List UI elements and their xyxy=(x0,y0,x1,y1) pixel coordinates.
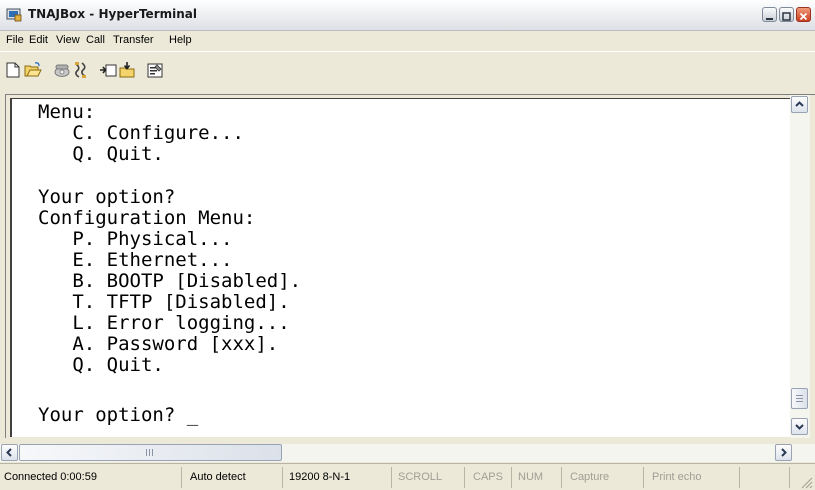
status-connected: Connected 0:00:59 xyxy=(0,467,182,488)
horizontal-scrollbar[interactable] xyxy=(0,444,815,462)
grip-icon xyxy=(146,449,153,456)
terminal-line: Q. Quit. xyxy=(38,143,164,165)
new-file-icon[interactable] xyxy=(4,61,22,79)
status-caps: CAPS xyxy=(465,467,512,488)
terminal-screen[interactable]: Menu: C. Configure... Q. Quit. Your opti… xyxy=(10,98,790,437)
window-title: TNAJBox - HyperTerminal xyxy=(28,7,197,21)
scroll-up-button[interactable] xyxy=(791,96,808,113)
vertical-scrollbar[interactable] xyxy=(790,95,810,438)
terminal-line: L. Error logging... xyxy=(38,312,290,334)
status-capture: Capture xyxy=(562,467,644,488)
terminal-line: A. Password [xxx]. xyxy=(38,333,279,355)
grip-icon xyxy=(796,395,803,402)
minimize-icon xyxy=(766,18,773,20)
resize-grip-icon[interactable] xyxy=(800,476,813,489)
open-folder-icon[interactable] xyxy=(24,61,42,79)
menu-help[interactable]: Help xyxy=(169,34,192,46)
menu-bar: File Edit View Call Transfer Help xyxy=(0,31,815,50)
scroll-down-button[interactable] xyxy=(791,418,808,435)
status-print-echo: Print echo xyxy=(644,467,740,488)
scroll-right-button[interactable] xyxy=(775,444,792,461)
terminal-line: P. Physical... xyxy=(38,228,233,250)
status-num: NUM xyxy=(512,467,562,488)
terminal-line: E. Ethernet... xyxy=(38,249,233,271)
hyperterminal-app-icon[interactable] xyxy=(6,7,22,22)
status-empty xyxy=(740,467,790,488)
send-icon[interactable] xyxy=(99,61,117,79)
terminal-line: Configuration Menu: xyxy=(38,207,256,229)
terminal-line: T. TFTP [Disabled]. xyxy=(38,291,290,313)
title-bar[interactable]: TNAJBox - HyperTerminal xyxy=(0,0,815,31)
close-icon xyxy=(799,12,808,21)
terminal-line: Your option? xyxy=(38,186,176,208)
maximize-button[interactable] xyxy=(779,7,794,22)
toolbar xyxy=(0,51,815,94)
horizontal-scroll-thumb[interactable] xyxy=(19,444,282,461)
status-scroll: SCROLL xyxy=(392,467,465,488)
properties-icon[interactable] xyxy=(146,61,164,79)
arrow-right-icon xyxy=(781,448,787,457)
vertical-scroll-thumb[interactable] xyxy=(791,388,808,409)
maximize-icon xyxy=(782,12,791,21)
status-detect: Auto detect xyxy=(182,467,283,488)
menu-transfer[interactable]: Transfer xyxy=(113,34,154,46)
arrow-up-icon xyxy=(795,101,804,107)
menu-edit[interactable]: Edit xyxy=(29,34,48,46)
arrow-down-icon xyxy=(795,424,804,430)
close-button[interactable] xyxy=(796,7,811,22)
arrow-left-icon xyxy=(6,448,12,457)
menu-view[interactable]: View xyxy=(56,34,80,46)
menu-file[interactable]: File xyxy=(6,34,24,46)
terminal-line: B. BOOTP [Disabled]. xyxy=(38,270,302,292)
hyperterminal-window: TNAJBox - HyperTerminal File Edit View C… xyxy=(0,0,815,490)
phone-call-icon[interactable] xyxy=(53,61,71,79)
terminal-line: Q. Quit. xyxy=(38,354,164,376)
terminal-line: C. Configure... xyxy=(38,122,244,144)
terminal-prompt: Your option? _ xyxy=(38,404,199,426)
status-settings: 19200 8-N-1 xyxy=(283,467,392,488)
terminal-line: Menu: xyxy=(38,101,96,123)
minimize-button[interactable] xyxy=(762,7,777,22)
receive-icon[interactable] xyxy=(119,61,137,79)
status-bar: Connected 0:00:59 Auto detect 19200 8-N-… xyxy=(0,463,815,490)
disconnect-icon[interactable] xyxy=(72,61,90,79)
menu-call[interactable]: Call xyxy=(86,34,105,46)
scroll-left-button[interactable] xyxy=(1,444,18,461)
